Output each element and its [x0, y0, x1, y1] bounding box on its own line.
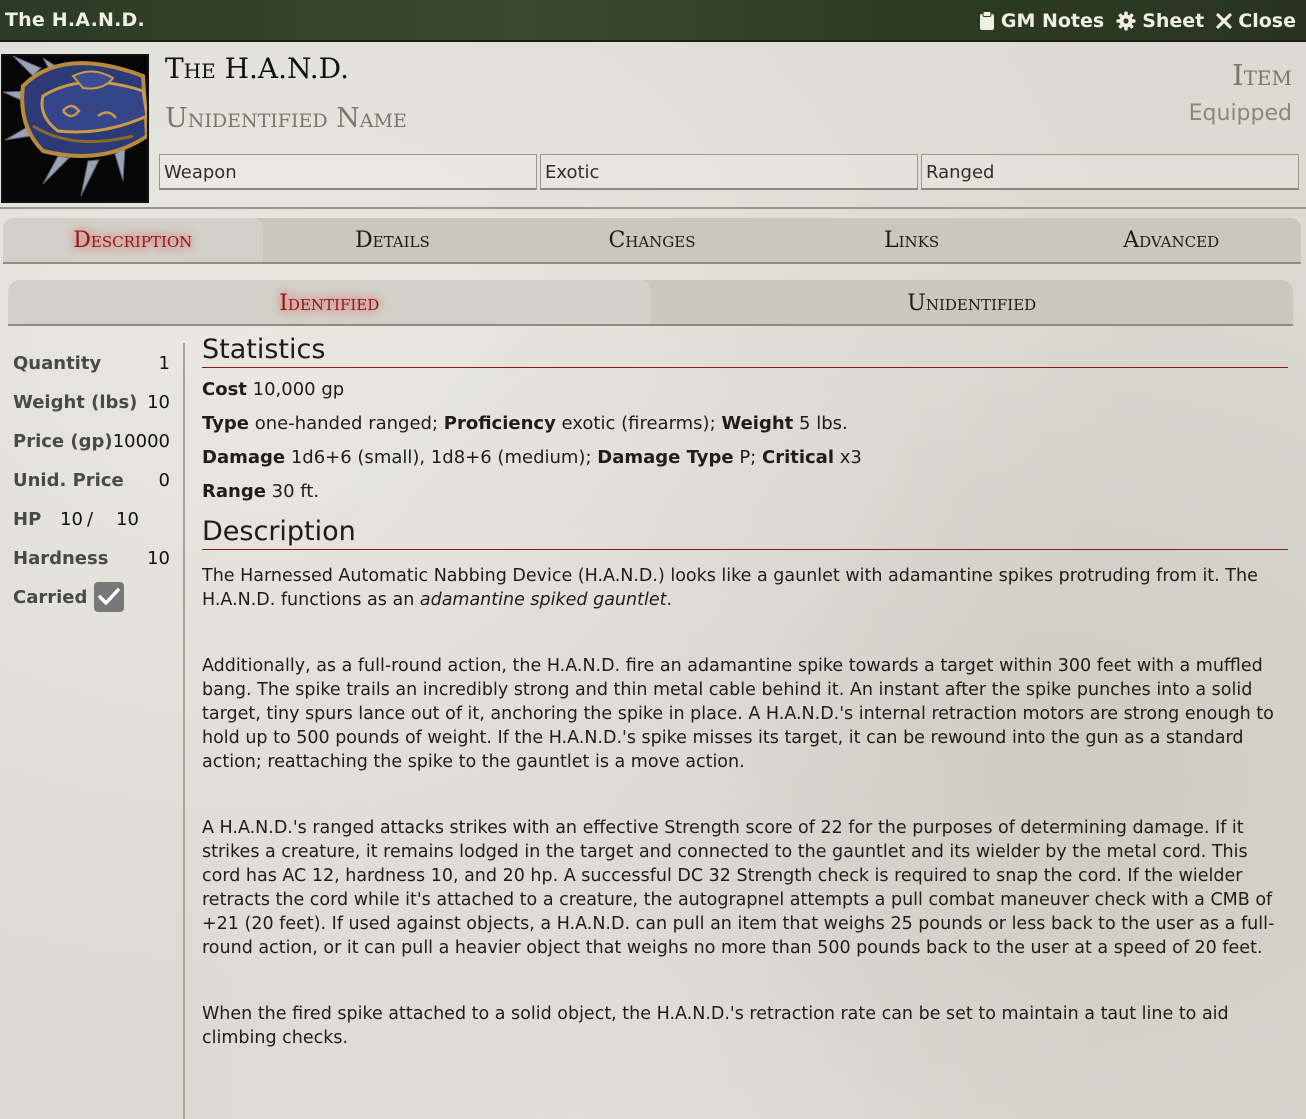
weight-input[interactable]: 10 [147, 392, 170, 413]
quantity-label: Quantity [13, 352, 102, 374]
weight-row: Weight (lbs) 10 [13, 387, 173, 417]
damage-line: Damage 1d6+6 (small), 1d8+6 (medium); Da… [202, 446, 1288, 470]
checkmark-icon [98, 588, 121, 605]
header-divider [0, 207, 1306, 209]
range-line: Range 30 ft. [202, 480, 1288, 504]
tab-changes[interactable]: Changes [522, 218, 782, 262]
subtype-weapon[interactable]: Weapon [159, 154, 537, 190]
gear-icon [1116, 11, 1136, 31]
unid-price-input[interactable]: 0 [159, 470, 170, 491]
hardness-input[interactable]: 10 [147, 548, 170, 569]
hp-row: HP 10 / 10 [13, 504, 173, 534]
critical-label: Critical [761, 447, 835, 468]
hp-max-input[interactable]: 10 [116, 509, 139, 530]
damage-label: Damage [202, 447, 286, 468]
damage-type-label: Damage Type [597, 447, 734, 468]
tab-unidentified[interactable]: Unidentified [651, 280, 1294, 324]
damage-type-value: P; [739, 447, 757, 468]
close-button[interactable]: Close [1216, 10, 1296, 32]
range-value: 30 ft. [271, 481, 320, 502]
header-controls: GM Notes Sheet Close [979, 0, 1296, 42]
proficiency-label: Proficiency [443, 413, 556, 434]
item-image[interactable] [1, 54, 149, 203]
type-value: one-handed ranged; [254, 413, 439, 434]
tab-description[interactable]: Description [3, 218, 263, 262]
hp-label: HP [13, 508, 42, 530]
description-paragraph-3: A H.A.N.D.'s ranged attacks strikes with… [202, 818, 1275, 958]
gauntlet-icon [3, 56, 147, 201]
stat-weight-value: 5 lbs. [799, 413, 848, 434]
hardness-row: Hardness 10 [13, 543, 173, 573]
unid-price-label: Unid. Price [13, 469, 124, 491]
hp-separator: / [87, 508, 94, 530]
tab-links[interactable]: Links [782, 218, 1042, 262]
item-name[interactable]: The H.A.N.D. [165, 52, 349, 85]
sheet-label: Sheet [1142, 10, 1205, 32]
stat-weight-label: Weight [721, 413, 794, 434]
hp-current-input[interactable]: 10 [60, 509, 83, 530]
p1-end: . [666, 590, 673, 610]
properties-sidebar: Quantity 1 Weight (lbs) 10 Price (gp) 10… [0, 343, 185, 1119]
subtype-row: Weapon Exotic Ranged [159, 154, 1299, 190]
damage-value: 1d6+6 (small), 1d8+6 (medium); [290, 447, 592, 468]
window-title: The H.A.N.D. [5, 9, 145, 31]
p1-emphasis: adamantine spiked gauntlet [419, 590, 667, 610]
price-row: Price (gp) 10000 [13, 426, 173, 456]
cost-label: Cost [202, 379, 247, 400]
tab-advanced[interactable]: Advanced [1041, 218, 1301, 262]
description-paragraph-1: The Harnessed Automatic Nabbing Device (… [202, 564, 1288, 612]
cost-value: 10,000 gp [252, 379, 345, 400]
secondary-tabs: Identified Unidentified [8, 280, 1293, 326]
equipped-status: Equipped [1188, 101, 1292, 126]
carried-checkbox[interactable] [94, 582, 125, 612]
tab-identified[interactable]: Identified [8, 280, 651, 324]
type-line: Type one-handed ranged; Proficiency exot… [202, 412, 1288, 436]
range-label: Range [202, 481, 266, 502]
weight-label: Weight (lbs) [13, 391, 138, 413]
gm-notes-button[interactable]: GM Notes [979, 10, 1104, 32]
carried-row: Carried [13, 582, 173, 612]
price-input[interactable]: 10000 [113, 431, 170, 452]
unid-price-row: Unid. Price 0 [13, 465, 173, 495]
quantity-input[interactable]: 1 [159, 353, 170, 374]
hardness-label: Hardness [13, 547, 109, 569]
price-label: Price (gp) [13, 430, 113, 452]
quantity-row: Quantity 1 [13, 348, 173, 378]
description-heading: Description [202, 516, 1288, 550]
sheet-button[interactable]: Sheet [1116, 10, 1204, 32]
description-paragraph-4: When the fired spike attached to a solid… [202, 1004, 1229, 1048]
subtype-ranged[interactable]: Ranged [921, 154, 1299, 190]
close-icon [1216, 13, 1232, 29]
cost-line: Cost 10,000 gp [202, 378, 1288, 402]
item-type: Item [1232, 58, 1292, 92]
unidentified-name[interactable]: Unidentified Name [165, 103, 407, 134]
type-label: Type [202, 413, 249, 434]
description-paragraph-2: Additionally, as a full-round action, th… [202, 656, 1274, 772]
window-header: The H.A.N.D. GM Notes Sheet Close [0, 0, 1306, 42]
statistics-heading: Statistics [202, 334, 1288, 368]
carried-label: Carried [13, 586, 88, 608]
description-content: Statistics Cost 10,000 gp Type one-hande… [202, 334, 1288, 1050]
critical-value: x3 [839, 447, 862, 468]
primary-tabs: Description Details Changes Links Advanc… [3, 218, 1301, 264]
tab-details[interactable]: Details [263, 218, 523, 262]
proficiency-value: exotic (firearms); [561, 413, 716, 434]
close-label: Close [1238, 10, 1296, 32]
gm-notes-label: GM Notes [1000, 10, 1105, 32]
p1-start: The Harnessed Automatic Nabbing Device (… [202, 566, 1258, 610]
subtype-exotic[interactable]: Exotic [540, 154, 918, 190]
clipboard-icon [979, 11, 995, 31]
